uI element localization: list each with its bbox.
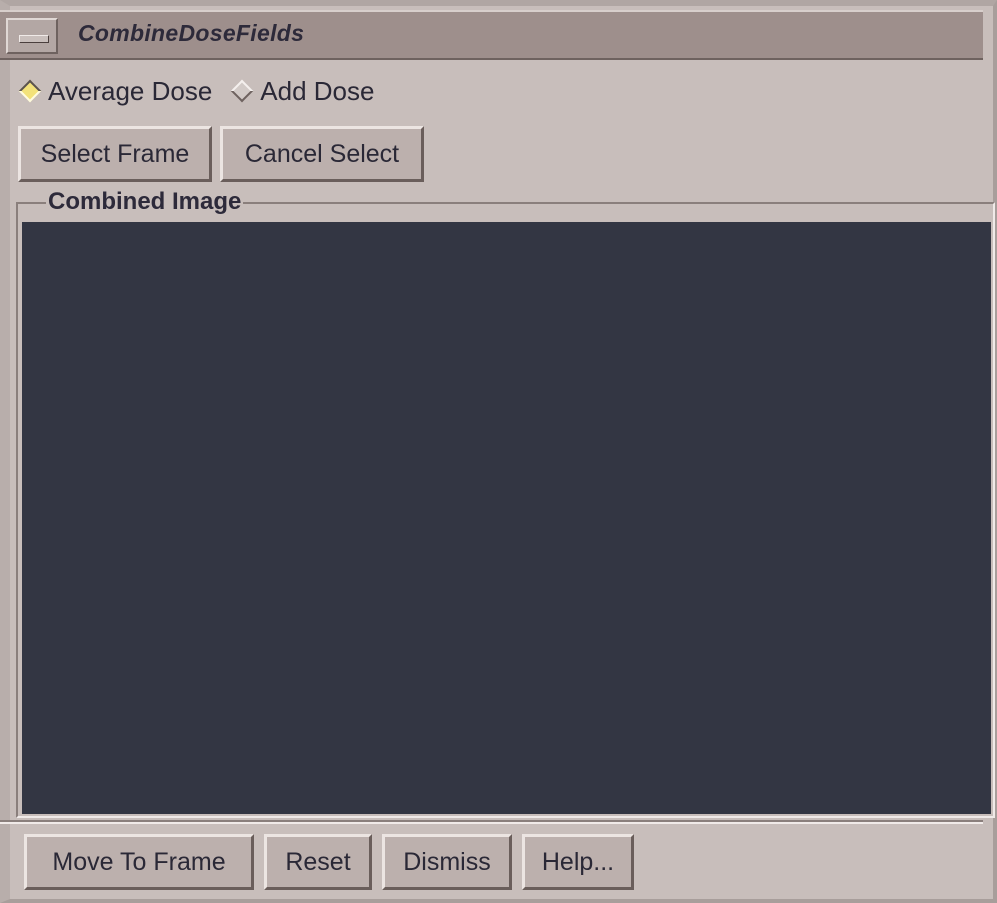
reset-button[interactable]: Reset (264, 834, 372, 890)
move-to-frame-button[interactable]: Move To Frame (24, 834, 254, 890)
combined-image-canvas[interactable] (22, 222, 991, 814)
select-frame-button[interactable]: Select Frame (18, 126, 212, 182)
radio-selected-icon (18, 79, 42, 103)
window-menu-icon (19, 35, 49, 43)
average-dose-radio[interactable]: Average Dose (16, 76, 212, 107)
window-menu-button[interactable] (6, 18, 58, 54)
title-bar[interactable]: CombineDoseFields (0, 10, 983, 60)
dose-mode-radio-group: Average Dose Add Dose (16, 74, 390, 108)
add-dose-radio[interactable]: Add Dose (228, 76, 374, 107)
radio-unselected-icon (230, 79, 254, 103)
footer-divider (0, 820, 983, 824)
combined-image-label: Combined Image (46, 188, 244, 216)
cancel-select-button[interactable]: Cancel Select (220, 126, 424, 182)
help-button[interactable]: Help... (522, 834, 634, 890)
window-title: CombineDoseFields (78, 20, 305, 46)
add-dose-label: Add Dose (260, 75, 375, 106)
average-dose-label: Average Dose (48, 75, 213, 106)
dismiss-button[interactable]: Dismiss (382, 834, 512, 890)
